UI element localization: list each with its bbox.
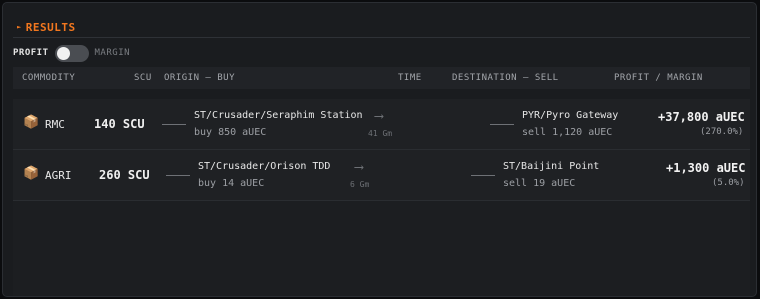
profit-margin-toggle-row: PROFIT MARGIN bbox=[13, 44, 130, 62]
package-icon: 📦 bbox=[23, 115, 40, 130]
destination-connector-line bbox=[471, 175, 495, 176]
origin-location[interactable]: ST/Crusader/Seraphim Station bbox=[194, 110, 363, 121]
buy-price: buy 850 aUEC bbox=[194, 127, 267, 138]
package-icon: 📦 bbox=[23, 166, 40, 181]
origin-connector-line bbox=[166, 175, 190, 176]
margin-value: (270.0%) bbox=[700, 127, 744, 137]
column-header-profit-margin[interactable]: PROFIT / MARGIN bbox=[614, 73, 703, 83]
margin-value: (5.0%) bbox=[712, 178, 745, 188]
destination-connector-line bbox=[490, 124, 514, 125]
header-divider bbox=[13, 37, 750, 38]
profit-value: +1,300 aUEC bbox=[666, 161, 746, 175]
scu-amount: 260 SCU bbox=[99, 168, 150, 182]
arrow-right-icon: ⟶ bbox=[355, 160, 363, 175]
destination-location[interactable]: ST/Baijini Point bbox=[503, 161, 599, 172]
sell-price: sell 19 aUEC bbox=[503, 178, 576, 189]
arrow-right-icon: ⟶ bbox=[375, 109, 383, 124]
table-row[interactable]: 📦 RMC 140 SCU ST/Crusader/Seraphim Stati… bbox=[13, 99, 750, 150]
profit-margin-switch[interactable] bbox=[54, 44, 89, 62]
toggle-label-profit: PROFIT bbox=[13, 48, 49, 58]
table-row[interactable]: 📦 AGRI 260 SCU ST/Crusader/Orison TDD bu… bbox=[13, 150, 750, 201]
travel-distance: 6 Gm bbox=[350, 180, 370, 189]
table-header: COMMODITY SCU ORIGIN — BUY TIME DESTINAT… bbox=[13, 67, 750, 89]
destination-location[interactable]: PYR/Pyro Gateway bbox=[522, 110, 618, 121]
column-header-commodity[interactable]: COMMODITY bbox=[22, 73, 75, 83]
scu-amount: 140 SCU bbox=[94, 117, 145, 131]
column-header-origin[interactable]: ORIGIN — BUY bbox=[164, 73, 235, 83]
origin-location[interactable]: ST/Crusader/Orison TDD bbox=[198, 161, 330, 172]
results-title: RESULTS bbox=[25, 20, 76, 34]
travel-distance: 41 Gm bbox=[368, 129, 393, 138]
column-header-destination[interactable]: DESTINATION — SELL bbox=[452, 73, 559, 83]
results-panel: ► RESULTS PROFIT MARGIN COMMODITY SCU OR… bbox=[2, 2, 757, 297]
toggle-label-margin: MARGIN bbox=[94, 48, 131, 58]
table-empty-area bbox=[13, 201, 750, 296]
profit-value: +37,800 aUEC bbox=[658, 110, 745, 124]
commodity-name: RMC bbox=[45, 118, 65, 131]
column-header-scu[interactable]: SCU bbox=[134, 73, 152, 83]
buy-price: buy 14 aUEC bbox=[198, 178, 265, 189]
column-header-time[interactable]: TIME bbox=[398, 73, 422, 83]
commodity-name: AGRI bbox=[45, 169, 72, 182]
origin-connector-line bbox=[162, 124, 186, 125]
results-header[interactable]: ► RESULTS bbox=[17, 19, 76, 35]
switch-knob bbox=[56, 46, 70, 60]
sell-price: sell 1,120 aUEC bbox=[522, 127, 613, 138]
caret-right-icon: ► bbox=[17, 23, 22, 31]
